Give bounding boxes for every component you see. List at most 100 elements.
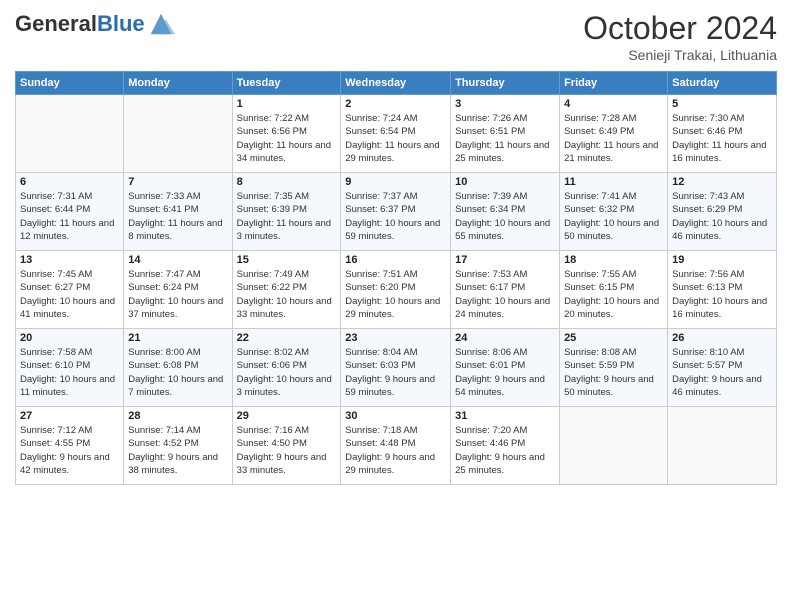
day-info: Sunrise: 7:18 AM Sunset: 4:48 PM Dayligh… (345, 424, 446, 477)
day-info: Sunrise: 7:14 AM Sunset: 4:52 PM Dayligh… (128, 424, 227, 477)
calendar-week-row: 6 Sunrise: 7:31 AM Sunset: 6:44 PM Daylig… (16, 173, 777, 251)
day-info: Sunrise: 7:58 AM Sunset: 6:10 PM Dayligh… (20, 346, 119, 399)
table-row: 21 Sunrise: 8:00 AM Sunset: 6:08 PM Dayli… (124, 329, 232, 407)
day-info: Sunrise: 7:24 AM Sunset: 6:54 PM Dayligh… (345, 112, 446, 165)
day-number: 8 (237, 176, 337, 188)
day-number: 25 (564, 332, 663, 344)
table-row: 27Sunrise: 7:12 AM Sunset: 4:55 PM Dayli… (16, 407, 124, 485)
calendar-week-row: 27Sunrise: 7:12 AM Sunset: 4:55 PM Dayli… (16, 407, 777, 485)
table-row: 5 Sunrise: 7:30 AM Sunset: 6:46 PM Daylig… (668, 95, 777, 173)
day-info: Sunrise: 8:02 AM Sunset: 6:06 PM Dayligh… (237, 346, 337, 399)
day-number: 20 (20, 332, 119, 344)
page: GeneralBlue October 2024 Senieji Trakai,… (0, 0, 792, 612)
header-tuesday: Tuesday (232, 72, 341, 95)
day-number: 2 (345, 98, 446, 110)
logo: GeneralBlue (15, 10, 175, 38)
table-row: 24 Sunrise: 8:06 AM Sunset: 6:01 PM Dayli… (451, 329, 560, 407)
day-number: 17 (455, 254, 555, 266)
day-info: Sunrise: 7:49 AM Sunset: 6:22 PM Dayligh… (237, 268, 337, 321)
table-row: 11 Sunrise: 7:41 AM Sunset: 6:32 PM Dayli… (560, 173, 668, 251)
table-row: 9 Sunrise: 7:37 AM Sunset: 6:37 PM Daylig… (341, 173, 451, 251)
logo-blue-text: Blue (97, 11, 145, 36)
table-row (16, 95, 124, 173)
day-info: Sunrise: 7:43 AM Sunset: 6:29 PM Dayligh… (672, 190, 772, 243)
day-number: 6 (20, 176, 119, 188)
day-number: 30 (345, 410, 446, 422)
logo-icon (147, 10, 175, 38)
table-row: 8Sunrise: 7:35 AM Sunset: 6:39 PM Daylig… (232, 173, 341, 251)
month-title: October 2024 (583, 10, 777, 47)
day-info: Sunrise: 7:20 AM Sunset: 4:46 PM Dayligh… (455, 424, 555, 477)
day-number: 3 (455, 98, 555, 110)
day-number: 14 (128, 254, 227, 266)
day-info: Sunrise: 7:45 AM Sunset: 6:27 PM Dayligh… (20, 268, 119, 321)
day-number: 18 (564, 254, 663, 266)
header-wednesday: Wednesday (341, 72, 451, 95)
day-info: Sunrise: 7:39 AM Sunset: 6:34 PM Dayligh… (455, 190, 555, 243)
day-number: 15 (237, 254, 337, 266)
day-number: 19 (672, 254, 772, 266)
day-info: Sunrise: 7:56 AM Sunset: 6:13 PM Dayligh… (672, 268, 772, 321)
logo-general-text: General (15, 11, 97, 36)
day-number: 31 (455, 410, 555, 422)
day-info: Sunrise: 7:30 AM Sunset: 6:46 PM Dayligh… (672, 112, 772, 165)
day-number: 9 (345, 176, 446, 188)
table-row: 30 Sunrise: 7:18 AM Sunset: 4:48 PM Dayli… (341, 407, 451, 485)
day-number: 10 (455, 176, 555, 188)
day-number: 27 (20, 410, 119, 422)
table-row: 4 Sunrise: 7:28 AM Sunset: 6:49 PM Daylig… (560, 95, 668, 173)
table-row: 31 Sunrise: 7:20 AM Sunset: 4:46 PM Dayli… (451, 407, 560, 485)
day-number: 23 (345, 332, 446, 344)
table-row: 23Sunrise: 8:04 AM Sunset: 6:03 PM Dayli… (341, 329, 451, 407)
day-number: 24 (455, 332, 555, 344)
table-row: 2 Sunrise: 7:24 AM Sunset: 6:54 PM Daylig… (341, 95, 451, 173)
day-info: Sunrise: 7:47 AM Sunset: 6:24 PM Dayligh… (128, 268, 227, 321)
table-row: 1Sunrise: 7:22 AM Sunset: 6:56 PM Daylig… (232, 95, 341, 173)
table-row: 6 Sunrise: 7:31 AM Sunset: 6:44 PM Daylig… (16, 173, 124, 251)
table-row: 29 Sunrise: 7:16 AM Sunset: 4:50 PM Dayli… (232, 407, 341, 485)
calendar-week-row: 1Sunrise: 7:22 AM Sunset: 6:56 PM Daylig… (16, 95, 777, 173)
table-row: 16Sunrise: 7:51 AM Sunset: 6:20 PM Dayli… (341, 251, 451, 329)
table-row: 14 Sunrise: 7:47 AM Sunset: 6:24 PM Dayli… (124, 251, 232, 329)
calendar-week-row: 20 Sunrise: 7:58 AM Sunset: 6:10 PM Dayli… (16, 329, 777, 407)
day-info: Sunrise: 7:37 AM Sunset: 6:37 PM Dayligh… (345, 190, 446, 243)
header-sunday: Sunday (16, 72, 124, 95)
day-info: Sunrise: 8:00 AM Sunset: 6:08 PM Dayligh… (128, 346, 227, 399)
table-row: 26Sunrise: 8:10 AM Sunset: 5:57 PM Dayli… (668, 329, 777, 407)
table-row: 7Sunrise: 7:33 AM Sunset: 6:41 PM Daylig… (124, 173, 232, 251)
header-friday: Friday (560, 72, 668, 95)
calendar-table: Sunday Monday Tuesday Wednesday Thursday… (15, 71, 777, 485)
header-saturday: Saturday (668, 72, 777, 95)
weekday-header-row: Sunday Monday Tuesday Wednesday Thursday… (16, 72, 777, 95)
day-info: Sunrise: 8:08 AM Sunset: 5:59 PM Dayligh… (564, 346, 663, 399)
day-number: 22 (237, 332, 337, 344)
day-info: Sunrise: 7:31 AM Sunset: 6:44 PM Dayligh… (20, 190, 119, 243)
day-info: Sunrise: 7:53 AM Sunset: 6:17 PM Dayligh… (455, 268, 555, 321)
day-info: Sunrise: 7:16 AM Sunset: 4:50 PM Dayligh… (237, 424, 337, 477)
day-number: 4 (564, 98, 663, 110)
table-row (668, 407, 777, 485)
location-subtitle: Senieji Trakai, Lithuania (583, 47, 777, 63)
header-monday: Monday (124, 72, 232, 95)
table-row: 17 Sunrise: 7:53 AM Sunset: 6:17 PM Dayli… (451, 251, 560, 329)
day-number: 29 (237, 410, 337, 422)
day-info: Sunrise: 7:28 AM Sunset: 6:49 PM Dayligh… (564, 112, 663, 165)
day-info: Sunrise: 8:06 AM Sunset: 6:01 PM Dayligh… (455, 346, 555, 399)
day-number: 7 (128, 176, 227, 188)
day-number: 5 (672, 98, 772, 110)
table-row: 20 Sunrise: 7:58 AM Sunset: 6:10 PM Dayli… (16, 329, 124, 407)
day-info: Sunrise: 7:22 AM Sunset: 6:56 PM Dayligh… (237, 112, 337, 165)
day-info: Sunrise: 8:10 AM Sunset: 5:57 PM Dayligh… (672, 346, 772, 399)
day-number: 12 (672, 176, 772, 188)
day-info: Sunrise: 7:41 AM Sunset: 6:32 PM Dayligh… (564, 190, 663, 243)
day-number: 11 (564, 176, 663, 188)
day-number: 21 (128, 332, 227, 344)
table-row: 12 Sunrise: 7:43 AM Sunset: 6:29 PM Dayli… (668, 173, 777, 251)
table-row: 10 Sunrise: 7:39 AM Sunset: 6:34 PM Dayli… (451, 173, 560, 251)
day-number: 28 (128, 410, 227, 422)
title-block: October 2024 Senieji Trakai, Lithuania (583, 10, 777, 63)
calendar-week-row: 13 Sunrise: 7:45 AM Sunset: 6:27 PM Dayli… (16, 251, 777, 329)
day-number: 13 (20, 254, 119, 266)
table-row: 22 Sunrise: 8:02 AM Sunset: 6:06 PM Dayli… (232, 329, 341, 407)
table-row: 18Sunrise: 7:55 AM Sunset: 6:15 PM Dayli… (560, 251, 668, 329)
